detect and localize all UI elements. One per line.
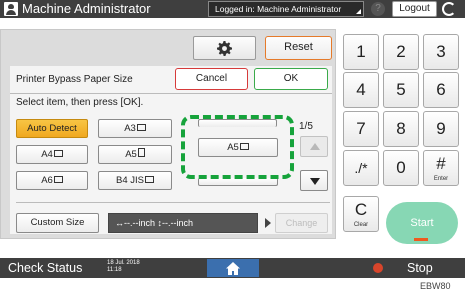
landscape-orientation-icon [136,124,146,131]
size-b4-jis-button[interactable]: B4 JIS [98,171,172,190]
cancel-button[interactable]: Cancel [175,68,248,90]
custom-size-field: ↔--.--inch ↕--.--inch [108,213,258,233]
bottom-bar: Check Status 18 Jul. 2018 11:18 Stop [0,258,465,278]
landscape-orientation-icon [53,176,63,183]
reset-button[interactable]: Reset [265,36,332,60]
top-bar: Machine Administrator Logged in: Machine… [0,0,465,18]
time-text: 11:18 [107,267,122,273]
figure-code: EBW80 [420,281,451,291]
alert-icon [373,263,383,273]
user-icon [4,2,18,16]
size-auto-detect-button[interactable]: Auto Detect [16,119,88,138]
size-a6-button[interactable]: A6 [16,171,88,190]
key-label: C [354,200,368,219]
page-indicator: 1/5 [299,121,313,132]
user-title: Machine Administrator [22,1,151,16]
change-button[interactable]: Change [275,213,328,233]
custom-size-button[interactable]: Custom Size [16,213,99,233]
scroll-down-button[interactable] [300,170,328,191]
divider [16,202,330,203]
home-button[interactable] [207,259,259,277]
arrow-right-icon [265,218,271,228]
date-text: 18 Jul. 2018 [107,260,140,266]
size-label: A6 [41,175,53,186]
portrait-orientation-icon [137,148,145,157]
size-label: A3 [124,123,136,134]
key-7[interactable]: 7 [343,111,379,147]
stop-button[interactable]: Stop [407,258,433,278]
key-label: # [436,154,446,173]
help-icon[interactable]: ? [371,2,385,16]
size-a5-portrait-button[interactable]: A5 [98,145,172,164]
landscape-orientation-icon [53,150,63,157]
check-status-button[interactable]: Check Status [8,258,104,278]
key-0[interactable]: 0 [383,150,419,186]
size-a4-button[interactable]: A4 [16,145,88,164]
logout-button[interactable]: Logout [392,1,437,17]
ok-button[interactable]: OK [254,68,328,90]
key-4[interactable]: 4 [343,72,379,108]
key-1[interactable]: 1 [343,34,379,70]
size-label: Auto Detect [27,123,77,134]
key-9[interactable]: 9 [423,111,459,147]
dialog-title: Printer Bypass Paper Size [16,74,133,85]
key-enter[interactable]: # Enter [423,150,459,186]
size-hidden-button[interactable] [198,178,278,186]
callout-highlight [181,115,294,179]
key-3[interactable]: 3 [423,34,459,70]
key-2[interactable]: 2 [383,34,419,70]
login-status[interactable]: Logged in: Machine Administrator [208,1,364,17]
key-sublabel: Clear [353,222,369,228]
scroll-up-button[interactable] [300,136,328,157]
gear-icon [217,41,232,56]
key-8[interactable]: 8 [383,111,419,147]
date-time: 18 Jul. 2018 11:18 [107,260,140,274]
clear-key[interactable]: C Clear [343,196,379,232]
key-sublabel: Enter [433,176,449,182]
start-indicator [414,238,428,241]
key-dot-star[interactable]: ./* [343,150,379,186]
power-icon[interactable] [442,2,456,16]
size-label: A4 [41,149,53,160]
key-5[interactable]: 5 [383,72,419,108]
size-label: B4 JIS [116,175,144,186]
key-6[interactable]: 6 [423,72,459,108]
home-icon [226,262,240,275]
instruction-text: Select item, then press [OK]. [16,97,144,108]
settings-button[interactable] [193,36,256,60]
size-a3-button[interactable]: A3 [98,119,172,138]
size-label: A5 [125,149,137,160]
landscape-orientation-icon [145,176,154,183]
